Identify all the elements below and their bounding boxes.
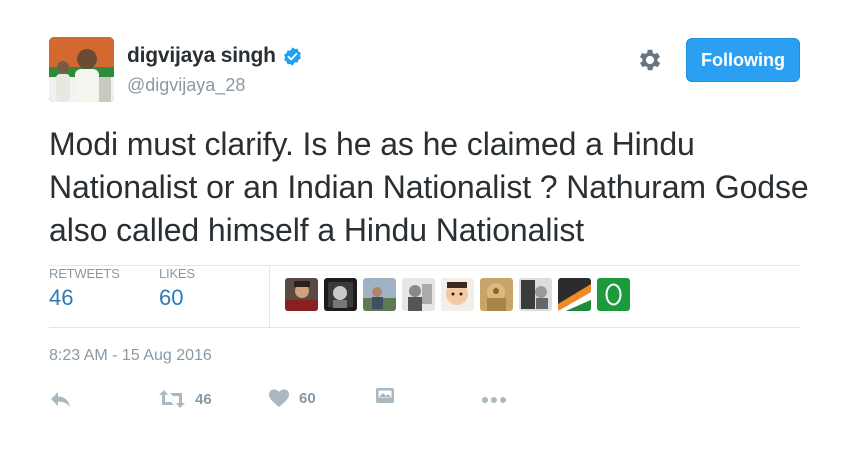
retweets-value: 46 [49,285,74,310]
liker-avatar[interactable] [441,278,474,311]
likers-avatars [285,278,630,311]
liker-avatar[interactable] [363,278,396,311]
reply-button[interactable] [49,388,73,410]
likes-label: LIKES [159,266,195,281]
likes-value: 60 [159,285,184,310]
stats-separator [269,266,270,327]
moments-icon [376,388,394,403]
author-display-name[interactable]: digvijaya singh [127,44,276,68]
liker-avatar[interactable] [558,278,591,311]
author-avatar-image [49,37,114,102]
liker-avatar[interactable] [519,278,552,311]
liker-avatar[interactable] [402,278,435,311]
tweet-text: Modi must clarify. Is he as he claimed a… [49,126,809,248]
liker-avatar[interactable] [597,278,630,311]
stats-bottom-divider [49,327,800,328]
liker-avatar[interactable] [285,278,318,311]
tweet-timestamp[interactable]: 8:23 AM - 15 Aug 2016 [49,347,212,365]
like-button[interactable]: 60 [268,388,316,408]
author-name-row: digvijaya singh [127,44,303,68]
following-button[interactable]: Following [686,38,800,82]
author-handle[interactable]: @digvijaya_28 [127,75,245,96]
reply-icon [51,392,70,407]
retweet-icon [159,390,185,408]
more-icon [482,397,506,403]
like-count: 60 [299,389,316,407]
likes-stat[interactable]: LIKES 60 [159,266,195,311]
liker-avatar[interactable] [324,278,357,311]
heart-icon [269,389,289,408]
verified-icon [283,46,301,66]
more-button[interactable] [480,390,508,410]
retweets-stat[interactable]: RETWEETS 46 [49,266,120,311]
liker-avatar[interactable] [480,278,513,311]
retweets-label: RETWEETS [49,266,120,281]
retweet-button[interactable]: 46 [158,388,212,410]
moments-button[interactable] [375,386,395,406]
gear-icon[interactable] [636,46,664,74]
retweet-count: 46 [195,390,212,408]
author-avatar[interactable] [49,37,114,102]
